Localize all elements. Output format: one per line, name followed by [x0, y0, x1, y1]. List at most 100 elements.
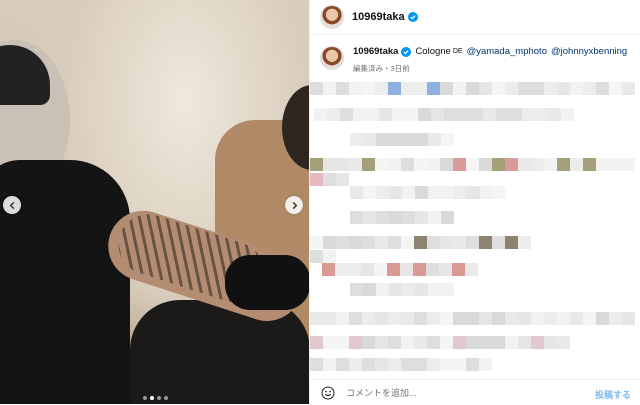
pixel-block [492, 158, 505, 171]
pixel-block [387, 263, 400, 276]
pixel-block [557, 336, 570, 349]
carousel-dots [143, 396, 168, 400]
pixel-block [467, 186, 480, 199]
mention-link[interactable]: @johnnyxbenning [551, 46, 627, 57]
post-photo[interactable] [0, 0, 309, 404]
pixel-block [402, 283, 415, 296]
caption-flag: DE [452, 48, 463, 55]
pixel-block [570, 312, 583, 325]
pixel-block [441, 186, 454, 199]
pixel-block [622, 82, 635, 95]
carousel-dot [164, 396, 168, 400]
carousel-next-button[interactable] [285, 196, 303, 214]
pixel-block [314, 108, 327, 121]
pixel-block [388, 336, 401, 349]
pixel-block [561, 108, 574, 121]
pixel-block [452, 263, 465, 276]
pixel-block [518, 312, 531, 325]
pixel-block [402, 186, 415, 199]
avatar[interactable] [320, 5, 344, 29]
pixel-block [480, 186, 493, 199]
pixel-block [350, 186, 363, 199]
pixel-block [363, 186, 376, 199]
pixel-block [479, 336, 492, 349]
caption-text: Cologne [415, 46, 451, 57]
carousel-dot [157, 396, 161, 400]
pixel-block [415, 211, 428, 224]
pixel-block [427, 236, 440, 249]
emoji-icon[interactable] [321, 385, 335, 400]
pixel-block [440, 312, 453, 325]
pixel-block [583, 82, 596, 95]
pixel-block [427, 336, 440, 349]
pixel-block [440, 82, 453, 95]
pixel-block [336, 336, 349, 349]
pixel-block [466, 158, 479, 171]
pixel-block [414, 158, 427, 171]
pixel-block [401, 358, 414, 371]
pixel-block [350, 211, 363, 224]
post-comment-button[interactable]: 投稿する [595, 388, 631, 401]
pixel-block [440, 336, 453, 349]
comment-input[interactable] [346, 387, 576, 398]
pixel-block [401, 312, 414, 325]
pixel-block [336, 173, 349, 186]
pixel-block [453, 158, 466, 171]
pixel-block [441, 211, 454, 224]
carousel-dot [143, 396, 147, 400]
pixel-block [363, 133, 376, 146]
pixel-block [340, 108, 353, 121]
pixel-block [428, 133, 441, 146]
pixel-block [444, 108, 457, 121]
pixel-block [323, 158, 336, 171]
pixel-block [401, 236, 414, 249]
pixel-block [596, 82, 609, 95]
pixel-block [349, 312, 362, 325]
pixel-block [518, 336, 531, 349]
pixel-block [622, 312, 635, 325]
pixel-block [596, 312, 609, 325]
pixel-block [402, 211, 415, 224]
mention-link[interactable]: @yamada_mphoto [467, 46, 547, 57]
header-username[interactable]: 10969taka [352, 11, 405, 23]
pixel-block [379, 108, 392, 121]
pixel-block [453, 358, 466, 371]
caption-username[interactable]: 10969taka [353, 46, 398, 57]
caption: 10969taka Cologne DE @yamada_mphoto @joh… [320, 46, 635, 74]
pixel-block [531, 82, 544, 95]
pixel-block [453, 312, 466, 325]
pixel-block [310, 236, 323, 249]
pixel-block [362, 158, 375, 171]
pixel-block [414, 358, 427, 371]
pixel-block [431, 108, 444, 121]
pixel-block [349, 158, 362, 171]
pixel-block [401, 82, 414, 95]
pixel-block [375, 236, 388, 249]
pixel-block [350, 283, 363, 296]
caption-avatar[interactable] [320, 46, 344, 70]
pixel-block [323, 173, 336, 186]
pixel-block [426, 263, 439, 276]
pixel-block [310, 312, 323, 325]
chevron-right-icon [292, 201, 297, 209]
pixel-block [375, 82, 388, 95]
pixel-block [376, 133, 389, 146]
pixel-block [414, 236, 427, 249]
pixel-block [531, 336, 544, 349]
pixel-block [505, 236, 518, 249]
pixel-block [440, 236, 453, 249]
pixel-block [389, 211, 402, 224]
carousel-prev-button[interactable] [3, 196, 21, 214]
verified-badge-icon [407, 12, 418, 22]
pixel-block [376, 186, 389, 199]
pixel-block [388, 82, 401, 95]
photo-gloved-hand [225, 255, 309, 310]
pixel-block [392, 108, 405, 121]
pixel-block [415, 133, 428, 146]
pixel-block [414, 336, 427, 349]
pixel-block [375, 158, 388, 171]
pixel-block [483, 108, 496, 121]
post-detail-panel: 10969taka 10969taka Cologne DE @yamada_m… [309, 0, 640, 404]
pixel-block [327, 108, 340, 121]
pixel-block [466, 358, 479, 371]
